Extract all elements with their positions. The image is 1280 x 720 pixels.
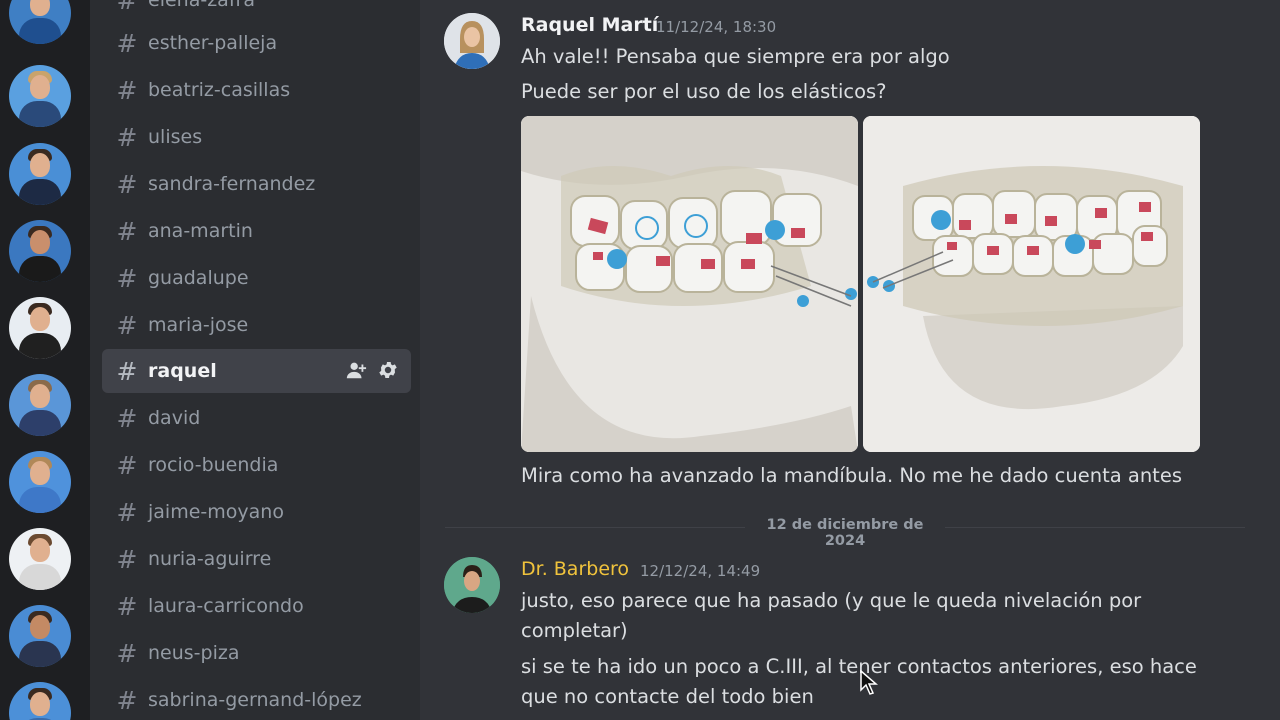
channel-item[interactable]: # guadalupe xyxy=(102,256,411,300)
avatar[interactable] xyxy=(444,13,500,69)
hash-icon: # xyxy=(116,638,138,668)
server-avatar[interactable] xyxy=(9,528,71,590)
channel-item[interactable]: # sandra-fernandez xyxy=(102,162,411,206)
channel-item[interactable]: # nuria-aguirre xyxy=(102,537,411,581)
chat-area: Raquel Martí 11/12/24, 18:30 Ah vale!! P… xyxy=(420,0,1280,720)
image-attachment[interactable] xyxy=(863,116,1200,452)
hash-icon: # xyxy=(116,28,138,58)
hash-icon: # xyxy=(116,497,138,527)
channel-sidebar: # elena-zafra # esther-palleja # beatriz… xyxy=(90,0,420,720)
channel-label: ulises xyxy=(148,126,203,148)
channel-label: guadalupe xyxy=(148,267,249,289)
message-timestamp: 12/12/24, 14:49 xyxy=(640,562,761,580)
message-text: completar) xyxy=(521,619,628,642)
hash-icon: # xyxy=(116,356,138,386)
channel-item[interactable]: # esther-palleja xyxy=(102,21,411,65)
channel-item[interactable]: # beatriz-casillas xyxy=(102,68,411,112)
server-avatar[interactable] xyxy=(9,0,71,44)
channel-item[interactable]: # rocio-buendia xyxy=(102,443,411,487)
date-divider: 12 de diciembre de 2024 xyxy=(745,517,945,549)
message-author[interactable]: Raquel Martí xyxy=(521,14,658,36)
hash-icon: # xyxy=(116,263,138,293)
server-avatar[interactable] xyxy=(9,143,71,205)
channel-label: laura-carricondo xyxy=(148,595,304,617)
channel-label: sandra-fernandez xyxy=(148,173,316,195)
hash-icon: # xyxy=(116,685,138,715)
channel-label: raquel xyxy=(148,360,217,382)
server-avatar[interactable] xyxy=(9,451,71,513)
mouse-cursor-icon xyxy=(860,669,879,700)
add-member-icon[interactable] xyxy=(345,359,367,381)
channel-label: beatriz-casillas xyxy=(148,79,291,101)
server-avatar[interactable] xyxy=(9,374,71,436)
channel-label: elena-zafra xyxy=(148,0,255,11)
hash-icon: # xyxy=(116,403,138,433)
channel-label: ana-martin xyxy=(148,220,253,242)
channel-item[interactable]: # ulises xyxy=(102,115,411,159)
channel-label: david xyxy=(148,407,201,429)
hash-icon: # xyxy=(116,0,138,15)
hash-icon: # xyxy=(116,591,138,621)
channel-label: rocio-buendia xyxy=(148,454,279,476)
channel-label: sabrina-gernand-lópez xyxy=(148,689,362,711)
hash-icon: # xyxy=(116,122,138,152)
message-text: que no contacte del todo bien xyxy=(521,685,814,708)
channel-item[interactable]: # ana-martin xyxy=(102,209,411,253)
channel-item-selected[interactable]: # raquel xyxy=(102,349,411,393)
message-text: Mira como ha avanzado la mandíbula. No m… xyxy=(521,464,1182,487)
channel-label: jaime-moyano xyxy=(148,501,284,523)
message-text: Puede ser por el uso de los elásticos? xyxy=(521,80,887,103)
server-avatar[interactable] xyxy=(9,297,71,359)
avatar[interactable] xyxy=(444,557,500,613)
channel-label: neus-piza xyxy=(148,642,240,664)
hash-icon: # xyxy=(116,169,138,199)
image-attachment[interactable] xyxy=(521,116,858,452)
channel-item[interactable]: # elena-zafra xyxy=(102,0,411,22)
message-timestamp: 11/12/24, 18:30 xyxy=(656,18,777,36)
server-avatar[interactable] xyxy=(9,682,71,720)
hash-icon: # xyxy=(116,450,138,480)
message-author[interactable]: Dr. Barbero xyxy=(521,558,629,580)
server-avatar[interactable] xyxy=(9,220,71,282)
message-text: si se te ha ido un poco a C.III, al tene… xyxy=(521,655,1197,678)
gear-icon[interactable] xyxy=(377,359,399,381)
channel-item[interactable]: # sabrina-gernand-lópez xyxy=(102,678,411,720)
channel-item[interactable]: # neus-piza xyxy=(102,631,411,675)
channel-item[interactable]: # laura-carricondo xyxy=(102,584,411,628)
hash-icon: # xyxy=(116,544,138,574)
message-text: Ah vale!! Pensaba que siempre era por al… xyxy=(521,45,950,68)
channel-item[interactable]: # jaime-moyano xyxy=(102,490,411,534)
channel-item[interactable]: # maria-jose xyxy=(102,303,411,347)
server-avatar[interactable] xyxy=(9,605,71,667)
hash-icon: # xyxy=(116,75,138,105)
hash-icon: # xyxy=(116,310,138,340)
hash-icon: # xyxy=(116,216,138,246)
server-rail xyxy=(0,0,90,720)
channel-label: maria-jose xyxy=(148,314,249,336)
channel-label: esther-palleja xyxy=(148,32,278,54)
channel-item[interactable]: # david xyxy=(102,396,411,440)
server-avatar[interactable] xyxy=(9,65,71,127)
message-text: justo, eso parece que ha pasado (y que l… xyxy=(521,589,1142,612)
channel-label: nuria-aguirre xyxy=(148,548,272,570)
